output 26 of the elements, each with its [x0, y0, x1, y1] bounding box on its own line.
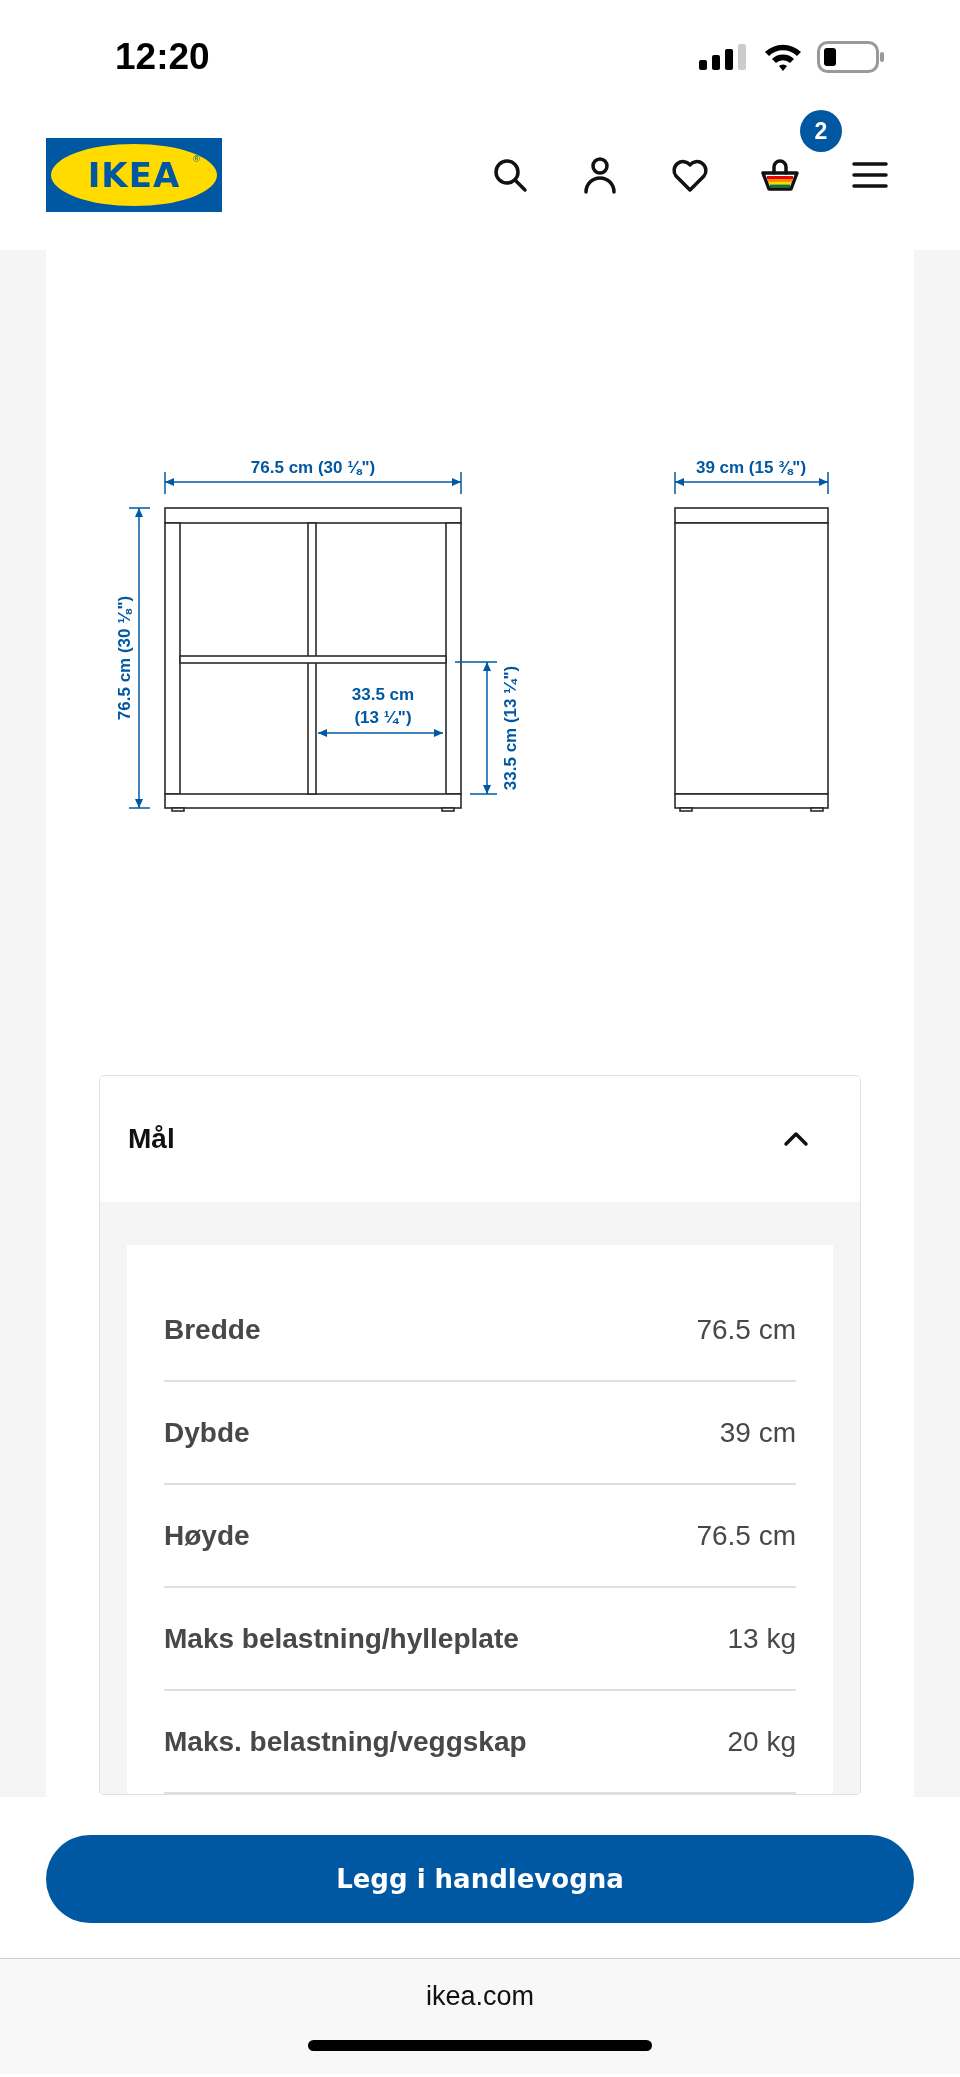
dimension-label: (13 ¼"): [354, 708, 412, 727]
dimension-name: Dybde: [164, 1416, 250, 1449]
dimension-value: 76.5 cm: [696, 1313, 796, 1346]
wifi-icon: [763, 42, 803, 72]
cart-count-badge: 2: [800, 110, 842, 152]
dimension-name: Maks. belastning/veggskap: [164, 1725, 527, 1758]
battery-icon: [817, 41, 885, 73]
logo[interactable]: IKEA ®: [46, 138, 222, 212]
dimension-label: 33.5 cm (13 ¼"): [501, 665, 520, 791]
dimension-value: 13 kg: [727, 1622, 796, 1655]
dimension-value: 39 cm: [719, 1416, 796, 1449]
dimension-label: 76.5 cm (30 ⅛"): [115, 595, 134, 721]
dimension-name: Maks belastning/hylleplate: [164, 1622, 519, 1655]
add-to-cart-button[interactable]: Legg i handlevogna: [46, 1835, 914, 1923]
url-text[interactable]: ikea.com: [425, 1981, 534, 2012]
dimension-value: 20 kg: [727, 1725, 796, 1758]
section-title: Mål: [128, 1123, 175, 1155]
dimension-name: Høyde: [164, 1519, 250, 1552]
dimension-label: 33.5 cm: [351, 685, 415, 704]
chevron-up-icon[interactable]: [783, 1131, 809, 1147]
dimension-label: 76.5 cm (30 ⅛"): [250, 458, 376, 477]
dimension-value: 76.5 cm: [696, 1519, 796, 1552]
dimension-label: 39 cm (15 ⅜"): [695, 458, 807, 477]
clock-time: 12:20: [115, 35, 210, 78]
signal-icon: [699, 44, 749, 70]
dimension-name: Bredde: [164, 1313, 261, 1346]
